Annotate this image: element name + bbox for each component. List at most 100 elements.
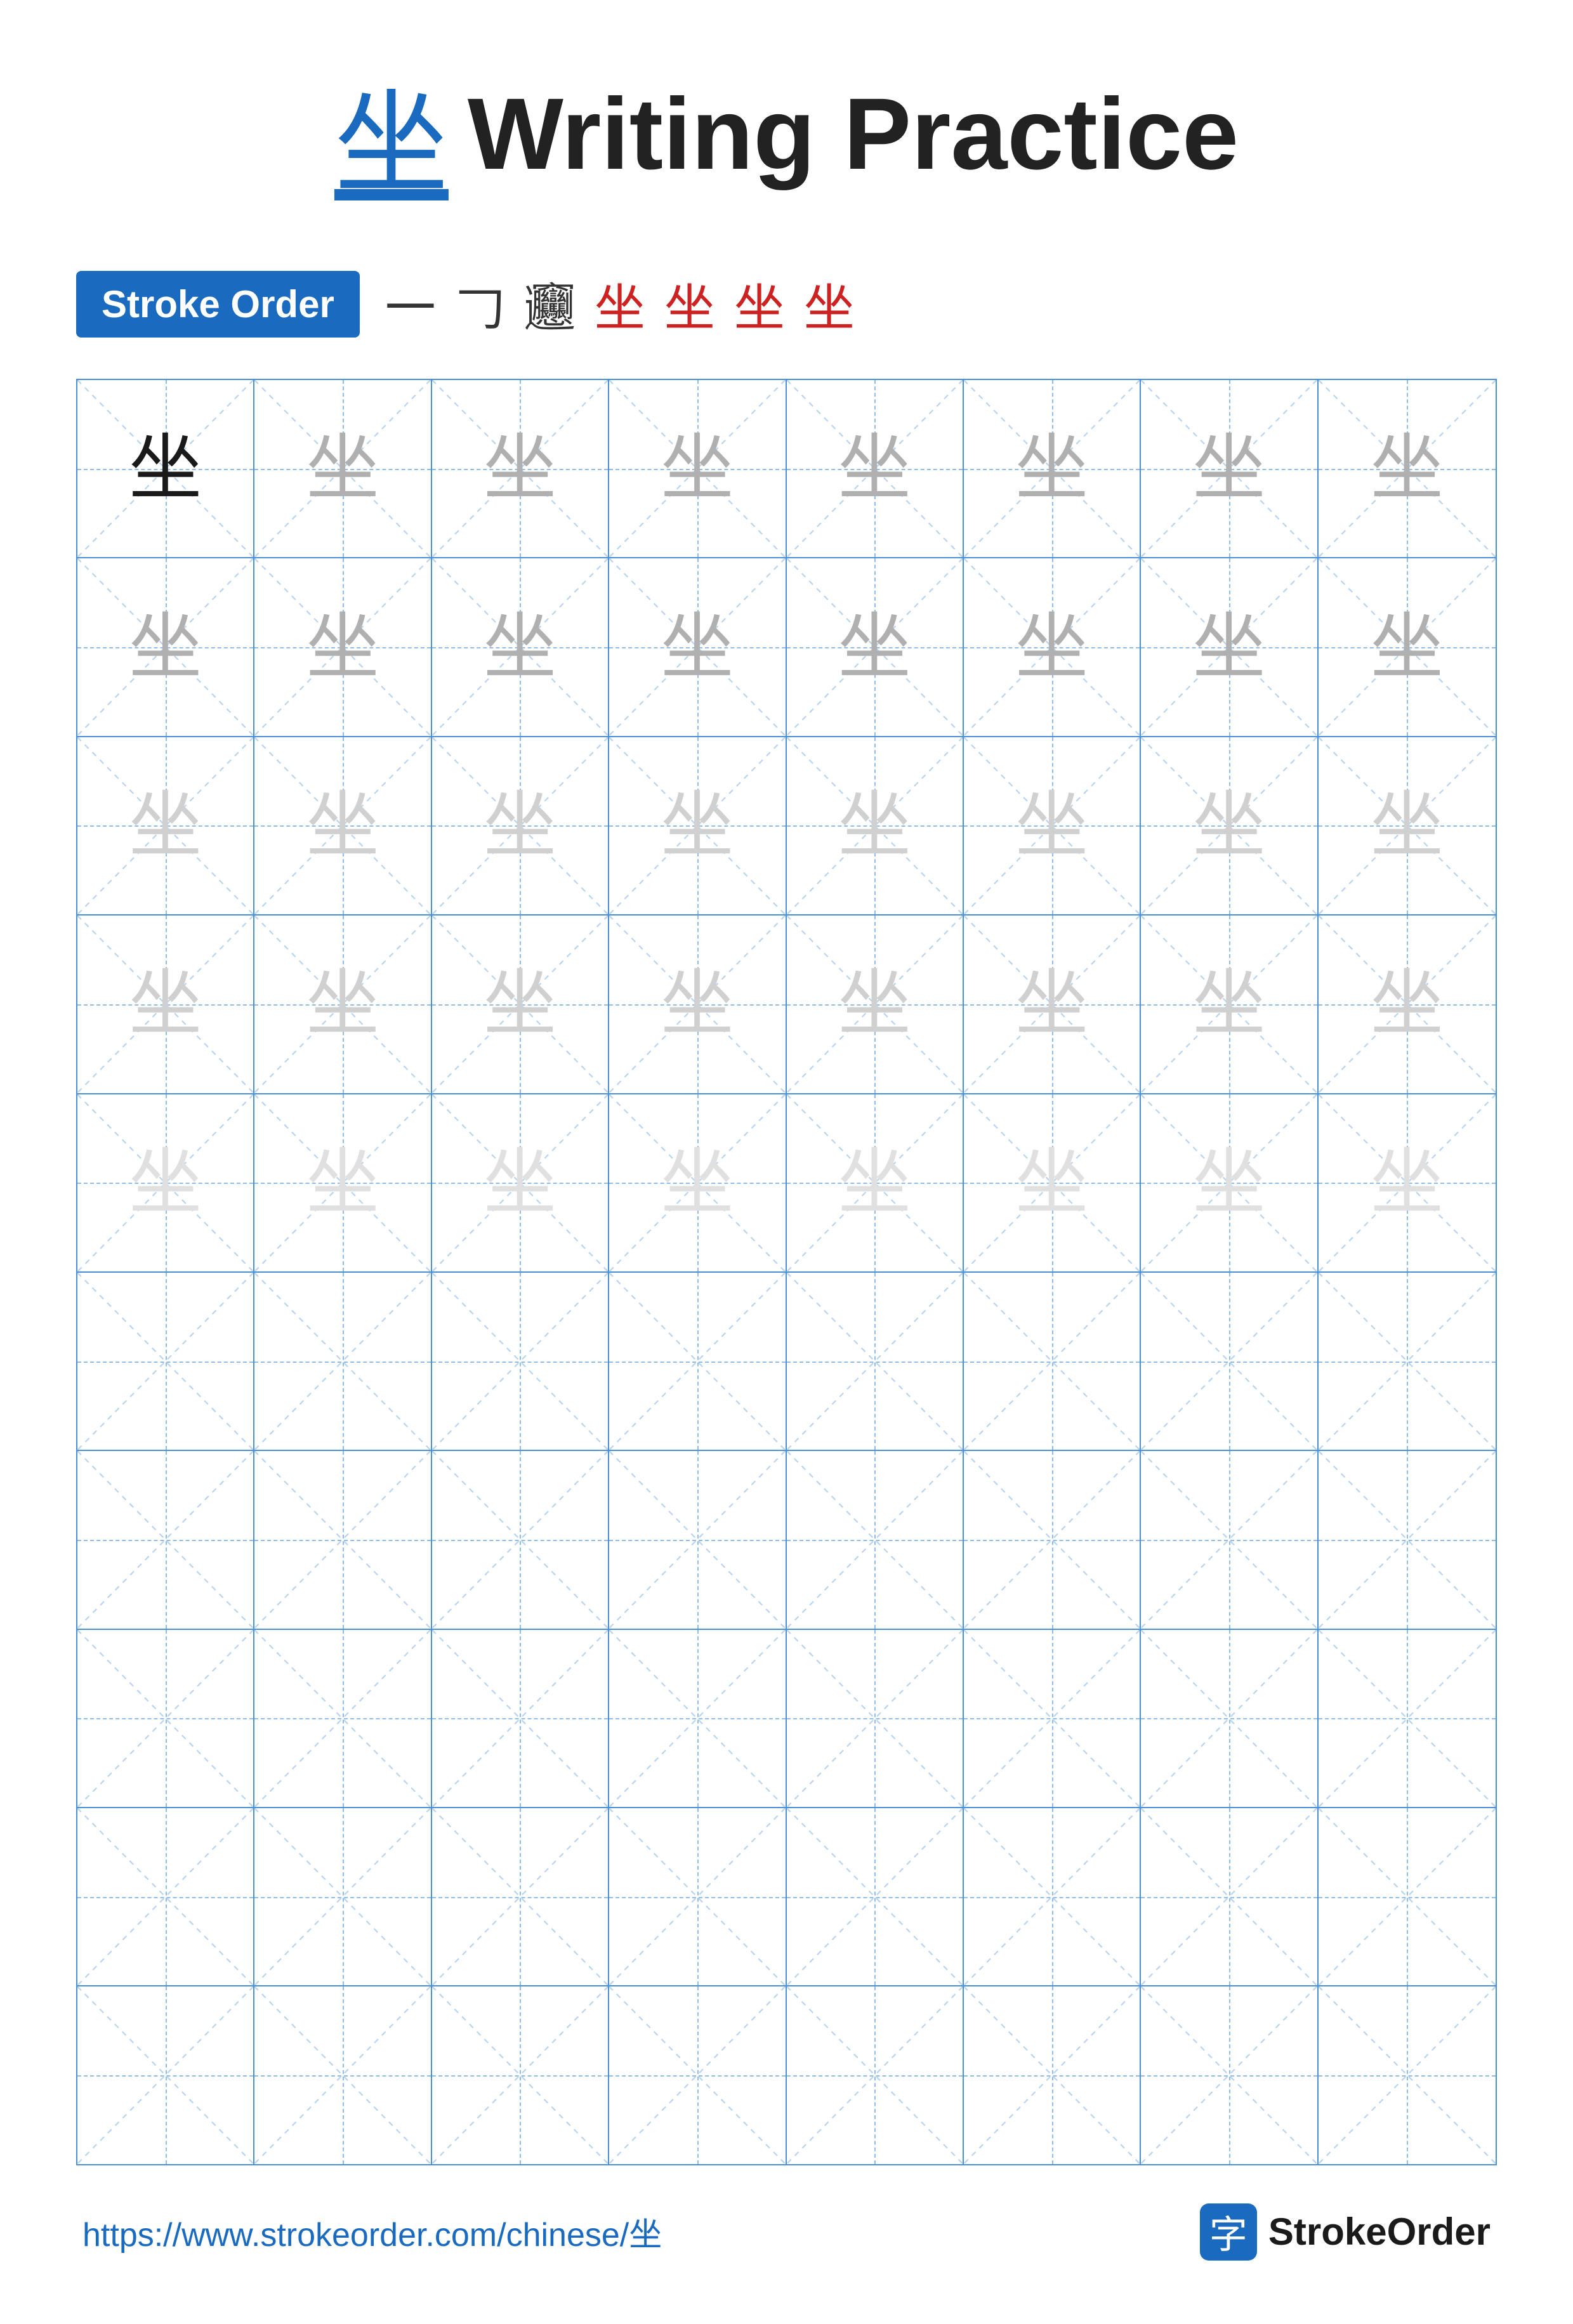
grid-cell[interactable] [1319, 1451, 1496, 1628]
grid-cell[interactable] [77, 1986, 254, 2163]
grid-cell[interactable] [964, 1808, 1141, 1985]
grid-cell[interactable] [1141, 1986, 1318, 2163]
grid-cell[interactable]: 坐 [432, 380, 609, 557]
grid-cell[interactable] [1319, 1808, 1496, 1985]
grid-row [77, 1986, 1496, 2163]
stroke-step-4: 坐 [595, 267, 645, 341]
grid-cell[interactable] [1141, 1808, 1318, 1985]
grid-cell[interactable] [77, 1451, 254, 1628]
grid-cell[interactable]: 坐 [1141, 737, 1318, 914]
practice-char: 坐 [661, 611, 734, 684]
grid-cell[interactable]: 坐 [964, 916, 1141, 1093]
practice-char: 坐 [306, 789, 379, 862]
grid-cell[interactable]: 坐 [787, 558, 964, 735]
grid-cell[interactable]: 坐 [432, 1094, 609, 1271]
grid-cell[interactable] [432, 1986, 609, 2163]
grid-row: 坐 坐 坐 坐 坐 坐 坐 坐 [77, 916, 1496, 1094]
grid-cell[interactable] [1141, 1630, 1318, 1807]
grid-cell[interactable] [1319, 1986, 1496, 2163]
grid-cell[interactable] [254, 1630, 431, 1807]
grid-cell[interactable]: 坐 [77, 737, 254, 914]
grid-cell[interactable] [254, 1808, 431, 1985]
grid-cell[interactable]: 坐 [787, 380, 964, 557]
grid-cell[interactable]: 坐 [1319, 737, 1496, 914]
grid-cell[interactable] [1319, 1273, 1496, 1450]
grid-cell[interactable]: 坐 [254, 558, 431, 735]
grid-cell[interactable] [77, 1808, 254, 1985]
grid-cell[interactable]: 坐 [77, 916, 254, 1093]
grid-cell[interactable] [964, 1273, 1141, 1450]
grid-cell[interactable] [1141, 1451, 1318, 1628]
grid-cell[interactable] [787, 1451, 964, 1628]
grid-cell[interactable] [1319, 1630, 1496, 1807]
grid-cell[interactable]: 坐 [609, 558, 786, 735]
grid-cell[interactable]: 坐 [77, 558, 254, 735]
practice-char: 坐 [1371, 432, 1444, 505]
grid-cell[interactable]: 坐 [77, 380, 254, 557]
grid-cell[interactable] [1141, 1273, 1318, 1450]
grid-cell[interactable] [609, 1273, 786, 1450]
diagonal-guide [432, 1273, 608, 1450]
grid-cell[interactable] [609, 1808, 786, 1985]
grid-cell[interactable]: 坐 [964, 380, 1141, 557]
grid-cell[interactable]: 坐 [1141, 916, 1318, 1093]
grid-cell[interactable]: 坐 [432, 916, 609, 1093]
grid-cell[interactable]: 坐 [609, 737, 786, 914]
grid-cell[interactable] [254, 1273, 431, 1450]
grid-cell[interactable]: 坐 [254, 1094, 431, 1271]
grid-cell[interactable]: 坐 [609, 1094, 786, 1271]
practice-char: 坐 [306, 611, 379, 684]
diagonal-guide [432, 1451, 608, 1628]
grid-cell[interactable] [787, 1986, 964, 2163]
grid-cell[interactable] [432, 1630, 609, 1807]
practice-char: 坐 [129, 432, 202, 505]
diagonal-guide [254, 1451, 430, 1628]
grid-cell[interactable]: 坐 [1319, 380, 1496, 557]
grid-cell[interactable] [964, 1451, 1141, 1628]
grid-cell[interactable] [254, 1986, 431, 2163]
grid-cell[interactable] [77, 1273, 254, 1450]
grid-cell[interactable]: 坐 [964, 1094, 1141, 1271]
grid-cell[interactable]: 坐 [609, 916, 786, 1093]
grid-cell[interactable]: 坐 [1319, 916, 1496, 1093]
grid-cell[interactable] [432, 1273, 609, 1450]
grid-cell[interactable]: 坐 [1141, 1094, 1318, 1271]
grid-cell[interactable]: 坐 [432, 558, 609, 735]
grid-cell[interactable] [787, 1808, 964, 1985]
grid-cell[interactable]: 坐 [964, 558, 1141, 735]
grid-cell[interactable] [432, 1451, 609, 1628]
grid-cell[interactable]: 坐 [609, 380, 786, 557]
grid-cell[interactable] [787, 1273, 964, 1450]
diagonal-guide [787, 1273, 963, 1450]
grid-cell[interactable]: 坐 [1319, 558, 1496, 735]
grid-cell[interactable] [964, 1986, 1141, 2163]
grid-cell[interactable]: 坐 [254, 916, 431, 1093]
grid-cell[interactable] [609, 1986, 786, 2163]
practice-char: 坐 [484, 968, 556, 1041]
practice-char: 坐 [1015, 611, 1088, 684]
grid-cell[interactable]: 坐 [432, 737, 609, 914]
grid-cell[interactable]: 坐 [787, 916, 964, 1093]
practice-char: 坐 [484, 789, 556, 862]
grid-cell[interactable] [964, 1630, 1141, 1807]
practice-char: 坐 [306, 432, 379, 505]
grid-cell[interactable]: 坐 [1141, 558, 1318, 735]
grid-cell[interactable]: 坐 [254, 737, 431, 914]
practice-char: 坐 [1015, 1146, 1088, 1219]
diagonal-guide [787, 1986, 963, 2163]
grid-cell[interactable]: 坐 [787, 737, 964, 914]
grid-cell[interactable] [254, 1451, 431, 1628]
grid-cell[interactable] [77, 1630, 254, 1807]
grid-cell[interactable]: 坐 [787, 1094, 964, 1271]
grid-cell[interactable] [609, 1451, 786, 1628]
grid-cell[interactable]: 坐 [254, 380, 431, 557]
diagonal-guide [254, 1808, 430, 1985]
grid-cell[interactable] [787, 1630, 964, 1807]
grid-cell[interactable] [432, 1808, 609, 1985]
diagonal-guide [77, 1808, 253, 1985]
grid-cell[interactable]: 坐 [964, 737, 1141, 914]
grid-cell[interactable]: 坐 [1141, 380, 1318, 557]
grid-cell[interactable]: 坐 [77, 1094, 254, 1271]
grid-cell[interactable] [609, 1630, 786, 1807]
grid-cell[interactable]: 坐 [1319, 1094, 1496, 1271]
